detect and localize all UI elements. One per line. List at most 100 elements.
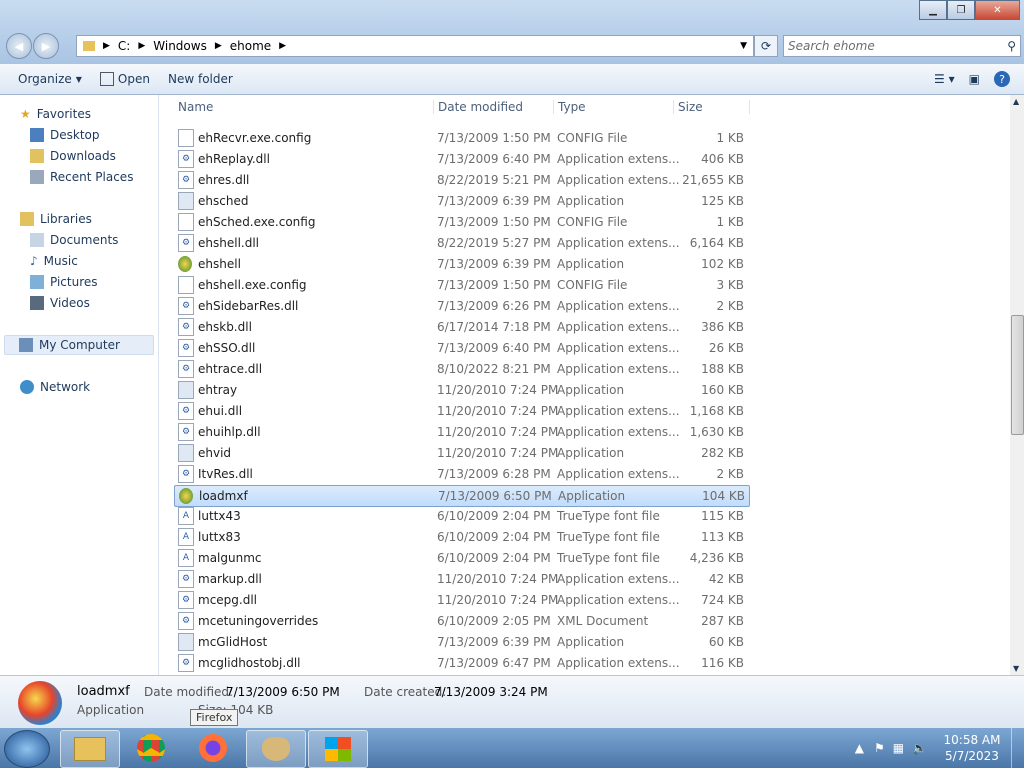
file-row[interactable]: ehvid 11/20/2010 7:24 PM Application 282 KB (174, 443, 748, 463)
file-row[interactable]: ⚙ ehshell.dll 8/22/2019 5:27 PM Application… (174, 233, 748, 253)
file-name: ehvid (198, 446, 232, 460)
sidebar-item-desktop[interactable]: Desktop (30, 128, 100, 142)
file-name: ehRecvr.exe.config (198, 131, 312, 145)
search-input[interactable]: Search ehome ⚲ (783, 35, 1021, 57)
file-row[interactable]: mcGlidHost 7/13/2009 6:39 PM Application 60… (174, 632, 748, 652)
file-row[interactable]: Aluttx83 6/10/2009 2:04 PM TrueType font f… (174, 527, 748, 547)
dll-file-icon: ⚙ (178, 570, 194, 588)
file-row[interactable]: ⚙ mcepg.dll 11/20/2010 7:24 PM Application … (174, 590, 748, 610)
explorer-icon (74, 737, 106, 761)
file-date: 11/20/2010 7:24 PM (437, 383, 559, 397)
file-row[interactable]: ⚙ ehres.dll 8/22/2019 5:21 PM Application e… (174, 170, 748, 190)
chevron-right-icon[interactable]: ▶ (215, 41, 222, 51)
vertical-scrollbar[interactable]: ▲ ▼ (1010, 95, 1024, 675)
preview-pane-icon[interactable]: ▣ (969, 72, 980, 86)
sidebar-item-my-computer[interactable]: My Computer (4, 335, 154, 355)
file-row[interactable]: ⚙ ehReplay.dll 7/13/2009 6:40 PM Applicatio… (174, 149, 748, 169)
file-row[interactable]: ⚙ markup.dll 11/20/2010 7:24 PM Application… (174, 569, 748, 589)
file-row[interactable]: Amalgunmc 6/10/2009 2:04 PM TrueType font … (174, 548, 748, 568)
file-row[interactable]: ⚙ ehui.dll 11/20/2010 7:24 PM Application e… (174, 401, 748, 421)
breadcrumb-windows[interactable]: Windows (153, 39, 207, 53)
file-row[interactable]: ⚙ ehSSO.dll 7/13/2009 6:40 PM Application e… (174, 338, 748, 358)
start-button[interactable] (4, 730, 50, 768)
file-row[interactable]: ehshell.exe.config 7/13/2009 1:50 PM CONFI… (174, 275, 748, 295)
sidebar-item-network[interactable]: Network (20, 380, 90, 394)
breadcrumb-c[interactable]: C: (118, 39, 130, 53)
refresh-button[interactable]: ⟳ (754, 35, 778, 57)
details-kind: Application (77, 703, 145, 717)
sidebar-item-pictures[interactable]: Pictures (30, 275, 98, 289)
file-row[interactable]: ehsched 7/13/2009 6:39 PM Application 125 K… (174, 191, 748, 211)
file-row[interactable]: ⚙ ItvRes.dll 7/13/2009 6:28 PM Application … (174, 464, 748, 484)
chevron-right-icon[interactable]: ▶ (138, 41, 145, 51)
sidebar-item-music[interactable]: ♪ Music (30, 254, 78, 268)
chevron-right-icon[interactable]: ▶ (103, 41, 110, 51)
back-button[interactable]: ◀ (6, 33, 32, 59)
file-row[interactable]: ⚙ mcglidhostobj.dll 7/13/2009 6:47 PM Appli… (174, 653, 748, 673)
taskbar-chrome[interactable] (122, 730, 180, 766)
file-row[interactable]: ehtray 11/20/2010 7:24 PM Application 160 K… (174, 380, 748, 400)
scroll-up-icon[interactable]: ▲ (1013, 97, 1019, 106)
file-row[interactable]: ehRecvr.exe.config 7/13/2009 1:50 PM CONFI… (174, 128, 748, 148)
column-header-date[interactable]: Date modified (433, 100, 548, 114)
file-date: 7/13/2009 6:39 PM (437, 194, 551, 208)
close-button[interactable]: ✕ (975, 0, 1020, 20)
sidebar-item-recent-places[interactable]: Recent Places (30, 170, 133, 184)
taskbar-firefox[interactable] (184, 730, 242, 766)
column-header-name[interactable]: Name (174, 100, 418, 114)
file-name: ehtray (198, 383, 238, 397)
firefox-icon (199, 734, 227, 762)
show-hidden-icons-icon[interactable]: ▲ (855, 741, 864, 755)
help-icon[interactable]: ? (994, 71, 1010, 87)
file-date: 11/20/2010 7:24 PM (437, 404, 559, 418)
taskbar-paint[interactable] (246, 730, 306, 768)
organize-button[interactable]: Organize ▼ (18, 72, 82, 86)
taskbar-media-center[interactable] (308, 730, 368, 768)
chevron-right-icon[interactable]: ▶ (279, 41, 286, 51)
file-row[interactable]: ⚙ ehuihlp.dll 11/20/2010 7:24 PM Applicatio… (174, 422, 748, 442)
file-size: 113 KB (701, 530, 744, 544)
taskbar-explorer[interactable] (60, 730, 120, 768)
file-name: mcglidhostobj.dll (198, 656, 301, 670)
view-options-icon[interactable]: ☰ ▾ (934, 72, 955, 86)
chevron-down-icon[interactable]: ▼ (740, 41, 747, 51)
file-row[interactable]: ⚙ mcetuningoverrides 6/10/2009 2:05 PM XML … (174, 611, 748, 631)
sidebar-item-favorites[interactable]: ★ Favorites (20, 107, 91, 121)
file-date: 6/10/2009 2:04 PM (437, 551, 551, 565)
file-row[interactable]: ehSched.exe.config 7/13/2009 1:50 PM CONFI… (174, 212, 748, 232)
sidebar-item-documents[interactable]: Documents (30, 233, 118, 247)
scrollbar-thumb[interactable] (1011, 315, 1024, 435)
file-date: 6/10/2009 2:05 PM (437, 614, 551, 628)
file-size: 116 KB (701, 656, 744, 670)
column-divider (749, 100, 754, 114)
action-center-icon[interactable]: ⚑ (874, 741, 885, 755)
address-bar[interactable]: ▶ C: ▶ Windows ▶ ehome ▶ ▼ (76, 35, 754, 57)
column-header-type[interactable]: Type (553, 100, 668, 114)
show-desktop-button[interactable] (1011, 728, 1024, 768)
sidebar-item-videos[interactable]: Videos (30, 296, 90, 310)
sidebar-item-downloads[interactable]: Downloads (30, 149, 116, 163)
file-row[interactable]: ehshell 7/13/2009 6:39 PM Application 102 K… (174, 254, 748, 274)
file-size: 3 KB (716, 278, 744, 292)
file-row[interactable]: loadmxf 7/13/2009 6:50 PM Application 104 K… (174, 485, 750, 507)
forward-button[interactable]: ▶ (33, 33, 59, 59)
details-modified-value: 7/13/2009 6:50 PM (226, 685, 340, 699)
open-button[interactable]: Open (99, 72, 150, 86)
breadcrumb-ehome[interactable]: ehome (230, 39, 271, 53)
file-row[interactable]: ⚙ ehskb.dll 6/17/2014 7:18 PM Application e… (174, 317, 748, 337)
file-row[interactable]: ⚙ ehtrace.dll 8/10/2022 8:21 PM Application… (174, 359, 748, 379)
file-row[interactable]: Aluttx43 6/10/2009 2:04 PM TrueType font f… (174, 506, 748, 526)
scroll-down-icon[interactable]: ▼ (1013, 664, 1019, 673)
search-icon[interactable]: ⚲ (1007, 39, 1016, 53)
dll-file-icon: ⚙ (178, 465, 194, 483)
clock[interactable]: 10:58 AM 5/7/2023 (933, 732, 1011, 764)
column-header-size[interactable]: Size (673, 100, 748, 114)
maximize-button[interactable]: ❐ (947, 0, 975, 20)
network-status-icon[interactable]: ▦ (893, 741, 904, 755)
new-folder-button[interactable]: New folder (168, 72, 233, 86)
app-file-icon (178, 633, 194, 651)
file-row[interactable]: ⚙ ehSidebarRes.dll 7/13/2009 6:26 PM Applic… (174, 296, 748, 316)
sidebar-item-libraries[interactable]: Libraries (20, 212, 92, 226)
volume-icon[interactable]: 🔈 (912, 741, 927, 755)
minimize-button[interactable]: ▁ (919, 0, 947, 20)
